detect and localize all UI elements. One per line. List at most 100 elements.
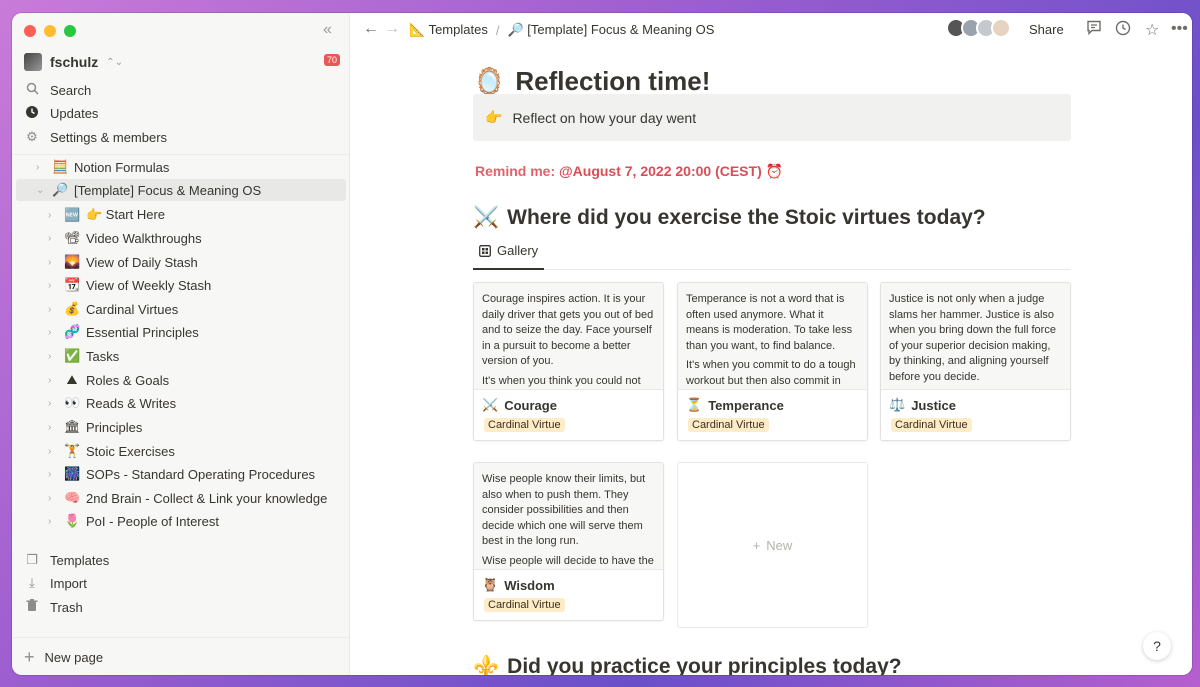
gallery-card-temperance[interactable]: Temperance is not a word that is often u… [677,282,868,441]
reminder[interactable]: Remind me: @August 7, 2022 20:00 (CEST) … [475,163,783,180]
sidebar-item-focus-meaning-os[interactable]: ⌄ 🔎 [Template] Focus & Meaning OS [16,179,346,201]
reminder-date[interactable]: @August 7, 2022 20:00 (CEST) [559,163,762,179]
sidebar-import[interactable]: ⤓ Import [24,572,87,594]
sidebar-trash[interactable]: Trash [24,596,83,618]
collapse-sidebar-icon[interactable]: « [323,21,332,39]
workspace-switcher[interactable]: fschulz ⌃⌄ [24,51,123,73]
forward-arrow-icon[interactable]: → [384,20,400,38]
chevron-right-icon[interactable]: › [48,304,58,315]
workspace-name: fschulz [50,54,99,70]
page-icon: 🏛 [64,419,81,434]
breadcrumb-current-page[interactable]: 🔎 [Template] Focus & Meaning OS [507,22,714,38]
pointing-hand-icon: 👉 [485,109,503,125]
alarm-clock-icon: ⏰ [765,163,784,179]
chevron-right-icon[interactable]: › [48,351,58,362]
minimize-window-button[interactable] [44,25,56,37]
chevron-right-icon[interactable]: › [48,493,58,504]
sidebar-item-roles-goals[interactable]: › ⛰ Roles & Goals [48,369,169,391]
sidebar-item-label: Tasks [86,348,120,364]
chevron-right-icon[interactable]: › [48,233,58,244]
callout-block[interactable]: 👉 Reflect on how your day went [473,94,1071,141]
sidebar-item-label: SOPs - Standard Operating Procedures [86,466,316,482]
sidebar-item-label: Notion Formulas [74,159,170,175]
tab-gallery[interactable]: Gallery [473,241,545,270]
card-title: 🦉 Wisdom [482,577,663,593]
more-icon[interactable]: ••• [1171,20,1188,38]
chevron-right-icon[interactable]: › [48,422,58,433]
sidebar-item-sops[interactable]: › 🎆 SOPs - Standard Operating Procedures [48,463,315,485]
sidebar-item-essential-principles[interactable]: › 🧬 Essential Principles [48,321,199,343]
sidebar-item-video-walkthroughs[interactable]: › 📽 Video Walkthroughs [48,227,202,249]
sidebar-item-label: 2nd Brain - Collect & Link your knowledg… [86,490,328,506]
card-title-text: Wisdom [504,577,555,593]
ruler-icon: 📐 [409,22,426,37]
card-tag: Cardinal Virtue [688,418,769,432]
back-arrow-icon[interactable]: ← [363,20,379,38]
plus-icon: + [752,537,761,553]
sidebar-item-start-here[interactable]: › 🆕 👉 Start Here [48,204,165,226]
sidebar-search[interactable]: Search [24,79,91,101]
sidebar: « fschulz ⌃⌄ 70 Search Updates ⚙ Setting… [12,13,350,675]
card-preview: Wise people know their limits, but also … [474,463,663,570]
chevron-down-icon[interactable]: ⌄ [36,185,46,196]
card-title: ⚔️ Courage [482,397,663,413]
share-button[interactable]: Share [1029,22,1064,37]
chevron-right-icon[interactable]: › [48,446,58,457]
card-tag: Cardinal Virtue [484,418,565,432]
card-preview-text: Courage inspires action. It is your dail… [482,293,654,367]
sidebar-item-stoic-exercises[interactable]: › 🏋 Stoic Exercises [48,440,175,462]
breadcrumb-separator: / [495,22,500,38]
close-window-button[interactable] [24,25,36,37]
history-icon[interactable] [1115,20,1131,41]
new-page-button[interactable]: + New page [24,647,103,668]
gallery-card-wisdom[interactable]: Wise people know their limits, but also … [473,462,664,621]
sidebar-item-weekly-stash[interactable]: › 📆 View of Weekly Stash [48,274,211,296]
sidebar-item-tasks[interactable]: › ✅ Tasks [48,345,119,367]
help-button[interactable]: ? [1143,632,1171,660]
sidebar-templates-label: Templates [50,552,110,568]
maximize-window-button[interactable] [64,25,76,37]
chevron-right-icon[interactable]: › [48,469,58,480]
chevron-right-icon[interactable]: › [48,210,58,221]
sidebar-item-cardinal-virtues[interactable]: › 💰 Cardinal Virtues [48,298,178,320]
owl-icon: 🦉 [482,577,499,592]
page-title-text: Reflection time! [515,66,711,96]
sidebar-item-2nd-brain[interactable]: › 🧠 2nd Brain - Collect & Link your know… [48,487,327,509]
notification-badge: 70 [324,54,341,66]
scales-icon: ⚖️ [889,397,906,412]
view-tabs: Gallery [473,234,1071,270]
trash-icon [24,599,40,615]
breadcrumb-templates[interactable]: 📐 Templates [409,22,488,38]
collaborator-avatars[interactable] [946,18,1011,38]
sidebar-item-reads-writes[interactable]: › 👀 Reads & Writes [48,392,176,414]
chevron-right-icon[interactable]: › [48,257,58,268]
comment-icon[interactable] [1086,20,1102,40]
sidebar-templates[interactable]: ❐ Templates [24,549,109,571]
sidebar-item-principles[interactable]: › 🏛 Principles [48,416,142,438]
gallery-card-courage[interactable]: Courage inspires action. It is your dail… [473,282,664,441]
chevron-right-icon[interactable]: › [48,280,58,291]
sidebar-item-daily-stash[interactable]: › 🌄 View of Daily Stash [48,251,198,273]
section-heading-principles[interactable]: ⚜️ Did you practice your principles toda… [473,655,902,675]
sidebar-updates-label: Updates [50,105,99,121]
section-heading-virtues[interactable]: ⚔️ Where did you exercise the Stoic virt… [473,206,986,230]
chevron-right-icon[interactable]: › [48,516,58,527]
sidebar-updates[interactable]: Updates [24,102,98,124]
app-window: « fschulz ⌃⌄ 70 Search Updates ⚙ Setting… [12,13,1192,675]
chevron-right-icon[interactable]: › [48,327,58,338]
page-icon: 📆 [64,277,81,292]
sidebar-item-people-of-interest[interactable]: › 🌷 PoI - People of Interest [48,510,219,532]
search-icon [24,82,40,98]
card-preview-text: Justice is not only when a judge slams h… [889,293,1056,383]
star-icon[interactable]: ☆ [1145,20,1159,40]
page-title[interactable]: 🪞 Reflection time! [473,66,710,97]
sidebar-settings[interactable]: ⚙ Settings & members [24,126,167,148]
sidebar-item-notion-formulas[interactable]: › 🧮 Notion Formulas [36,156,169,178]
page-icon: 💰 [64,301,81,316]
chevron-right-icon[interactable]: › [36,162,46,173]
heading-text: Did you practice your principles today? [507,655,902,675]
chevron-right-icon[interactable]: › [48,398,58,409]
chevron-right-icon[interactable]: › [48,375,58,386]
new-card-button[interactable]: + New [677,462,868,628]
gallery-card-justice[interactable]: Justice is not only when a judge slams h… [880,282,1071,441]
